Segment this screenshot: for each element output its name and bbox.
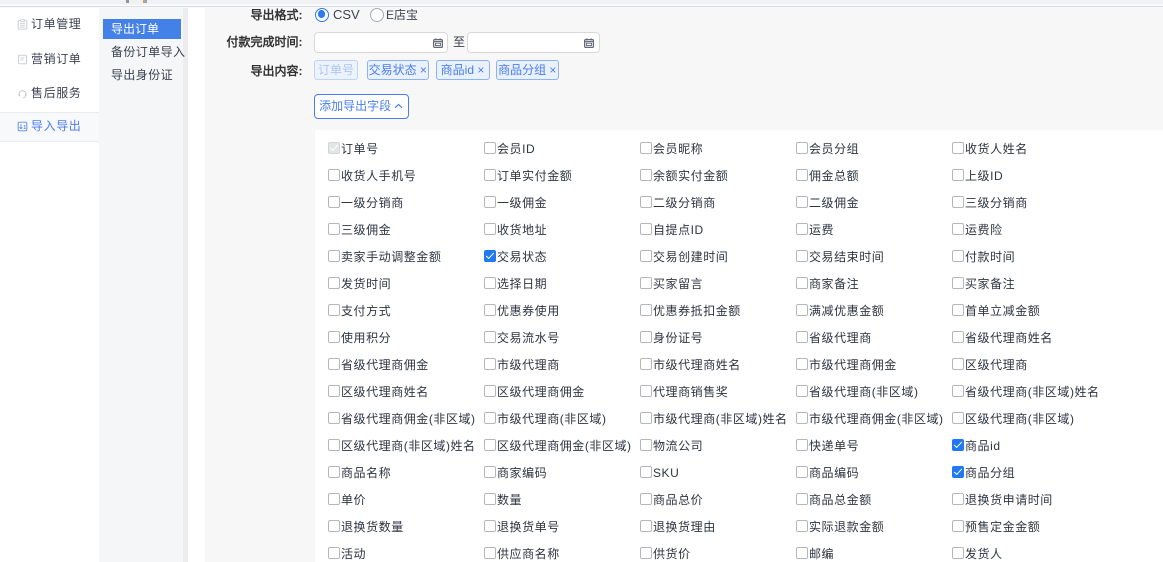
svg-text:1: 1 [23, 124, 26, 130]
